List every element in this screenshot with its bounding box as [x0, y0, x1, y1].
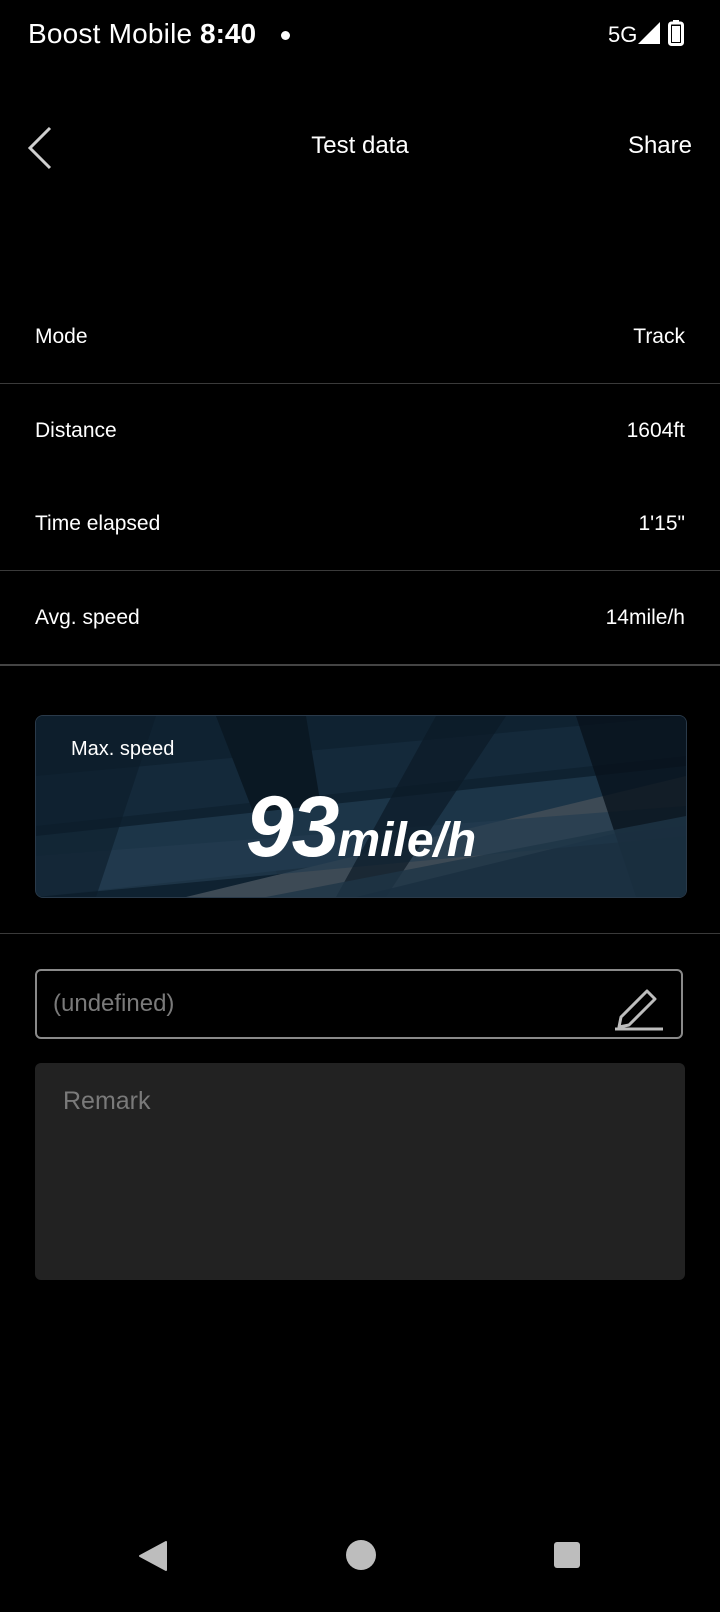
stat-row-time-elapsed: Time elapsed 1'15" — [0, 477, 720, 570]
stats-list: Mode Track Distance 1604ft Time elapsed … — [0, 290, 720, 666]
stat-value: 1'15" — [638, 511, 685, 535]
max-speed-label: Max. speed — [71, 738, 175, 760]
page-title: Test data — [311, 132, 409, 159]
header: Test data Share — [0, 110, 720, 180]
nav-home-icon[interactable] — [346, 1540, 376, 1570]
system-nav-bar — [0, 1530, 720, 1612]
notification-dot-icon — [281, 31, 290, 40]
name-input[interactable]: (undefined) — [35, 969, 683, 1039]
stat-row-avg-speed: Avg. speed 14mile/h — [0, 571, 720, 664]
stat-value: Track — [633, 324, 685, 348]
divider — [0, 664, 720, 666]
stat-value: 14mile/h — [605, 605, 685, 629]
stat-label: Time elapsed — [35, 511, 161, 535]
remark-placeholder: Remark — [63, 1087, 151, 1115]
remark-textarea[interactable]: Remark — [35, 1063, 685, 1280]
nav-recents-icon[interactable] — [554, 1542, 580, 1568]
max-speed-card: Max. speed 93mile/h — [35, 715, 687, 898]
stat-row-distance: Distance 1604ft — [0, 384, 720, 477]
stat-label: Mode — [35, 324, 88, 348]
max-speed-unit: mile/h — [337, 814, 477, 867]
stat-row-mode: Mode Track — [0, 290, 720, 383]
network-type: 5G — [608, 22, 638, 47]
share-button[interactable]: Share — [628, 132, 692, 160]
pencil-icon[interactable] — [613, 981, 665, 1031]
stat-value: 1604ft — [626, 418, 685, 442]
max-speed-value: 93mile/h — [36, 778, 686, 877]
divider — [0, 933, 720, 934]
battery-icon — [668, 20, 684, 46]
status-time: 8:40 — [200, 18, 257, 49]
stat-label: Avg. speed — [35, 605, 140, 629]
status-bar: Boost Mobile 8:40 5G — [0, 0, 720, 72]
name-placeholder: (undefined) — [53, 990, 175, 1017]
max-speed-number: 93 — [245, 779, 340, 875]
nav-back-icon[interactable] — [138, 1540, 168, 1572]
carrier-name: Boost Mobile — [28, 18, 193, 49]
signal-icon — [638, 22, 660, 44]
stat-label: Distance — [35, 418, 117, 442]
